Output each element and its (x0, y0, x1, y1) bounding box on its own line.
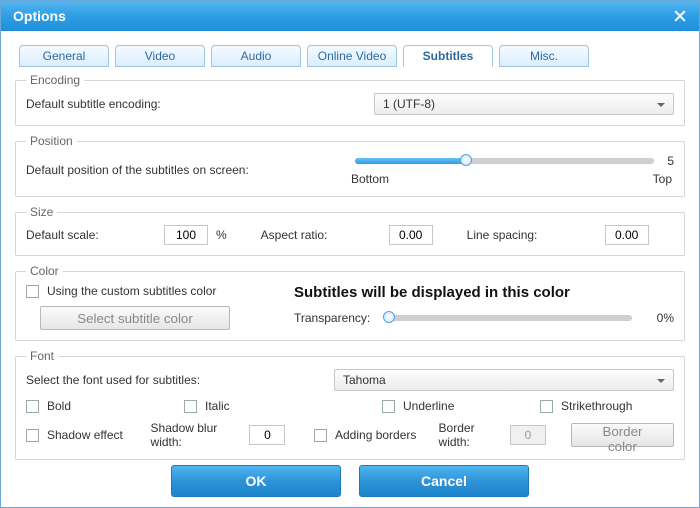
tab-strip: General Video Audio Online Video Subtitles Mi… (19, 45, 685, 67)
position-group: Position Default position of the subtitl… (15, 134, 685, 197)
position-slider[interactable] (355, 158, 654, 164)
close-icon (674, 10, 686, 22)
font-legend: Font (26, 349, 58, 363)
scale-input[interactable] (164, 225, 208, 245)
aspect-input[interactable] (389, 225, 433, 245)
underline-checkbox[interactable] (382, 400, 395, 413)
font-group: Font Select the font used for subtitles:… (15, 349, 685, 460)
title-bar: Options (1, 1, 699, 31)
position-slider-thumb[interactable] (460, 154, 472, 166)
aspect-label: Aspect ratio: (261, 228, 381, 242)
size-legend: Size (26, 205, 57, 219)
shadow-label: Shadow effect (47, 428, 123, 442)
position-label: Default position of the subtitles on scr… (26, 163, 341, 177)
position-max-label: Top (653, 172, 672, 186)
ok-button[interactable]: OK (171, 465, 341, 497)
transparency-slider-thumb[interactable] (383, 311, 395, 323)
border-width-label: Border width: (439, 421, 502, 449)
italic-checkbox[interactable] (184, 400, 197, 413)
close-button[interactable] (667, 6, 693, 26)
tab-online-video[interactable]: Online Video (307, 45, 397, 67)
border-color-button[interactable]: Border color (571, 423, 674, 447)
borders-checkbox[interactable] (314, 429, 327, 442)
font-value: Tahoma (343, 373, 386, 387)
scale-label: Default scale: (26, 228, 156, 242)
window-title: Options (13, 8, 66, 24)
encoding-select[interactable]: 1 (UTF-8) (374, 93, 674, 115)
shadow-checkbox[interactable] (26, 429, 39, 442)
tab-audio[interactable]: Audio (211, 45, 301, 67)
options-dialog: Options General Video Audio Online Video Sub… (0, 0, 700, 508)
color-preview-text: Subtitles will be displayed in this colo… (294, 284, 674, 301)
scale-unit: % (216, 228, 227, 242)
underline-label: Underline (403, 399, 454, 413)
font-select[interactable]: Tahoma (334, 369, 674, 391)
strike-checkbox[interactable] (540, 400, 553, 413)
encoding-legend: Encoding (26, 73, 84, 87)
shadow-width-label: Shadow blur width: (151, 421, 242, 449)
encoding-value: 1 (UTF-8) (383, 97, 435, 111)
italic-label: Italic (205, 399, 230, 413)
tab-video[interactable]: Video (115, 45, 205, 67)
color-legend: Color (26, 264, 63, 278)
position-legend: Position (26, 134, 77, 148)
shadow-width-input[interactable] (249, 425, 285, 445)
custom-color-checkbox[interactable] (26, 285, 39, 298)
strike-label: Strikethrough (561, 399, 632, 413)
spacing-label: Line spacing: (467, 228, 597, 242)
custom-color-label: Using the custom subtitles color (47, 284, 216, 298)
size-group: Size Default scale: % Aspect ratio: Line… (15, 205, 685, 256)
position-min-label: Bottom (351, 172, 389, 186)
color-group: Color Using the custom subtitles color S… (15, 264, 685, 341)
encoding-label: Default subtitle encoding: (26, 97, 366, 111)
transparency-label: Transparency: (294, 311, 370, 325)
transparency-slider[interactable] (384, 315, 632, 321)
bold-checkbox[interactable] (26, 400, 39, 413)
tab-misc-[interactable]: Misc. (499, 45, 589, 67)
font-select-label: Select the font used for subtitles: (26, 373, 326, 387)
dialog-footer: OK Cancel (1, 465, 699, 497)
tab-general[interactable]: General (19, 45, 109, 67)
transparency-value: 0% (646, 311, 674, 325)
spacing-input[interactable] (605, 225, 649, 245)
bold-label: Bold (47, 399, 71, 413)
encoding-group: Encoding Default subtitle encoding: 1 (U… (15, 73, 685, 126)
position-value: 5 (660, 154, 674, 168)
border-width-input[interactable] (510, 425, 546, 445)
cancel-button[interactable]: Cancel (359, 465, 529, 497)
tab-subtitles[interactable]: Subtitles (403, 45, 493, 67)
select-color-button[interactable]: Select subtitle color (40, 306, 230, 330)
borders-label: Adding borders (335, 428, 416, 442)
